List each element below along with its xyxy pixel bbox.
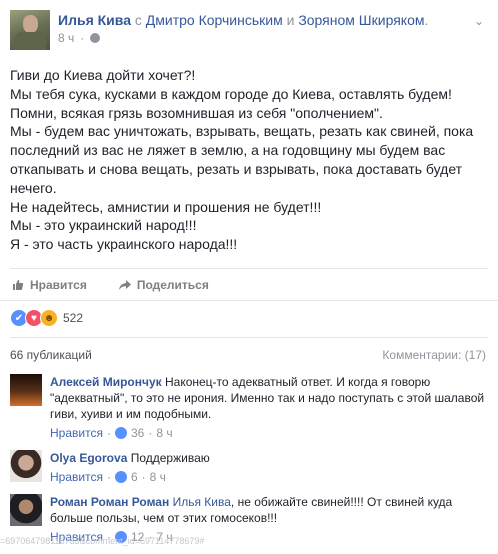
divider — [10, 268, 488, 269]
comment-time[interactable]: 8 ч — [150, 470, 166, 484]
post-line: Не надейтесь, амнистии и прошения не буд… — [10, 198, 322, 215]
comment-text: Поддерживаю — [130, 451, 210, 465]
comment-like-link[interactable]: Нравится — [50, 426, 103, 440]
post-line: Мы - будем вас уничтожать, взрывать, вещ… — [10, 123, 474, 140]
comment-like-link[interactable]: Нравится — [50, 470, 103, 484]
post-line: Помни, всякая грязь возомнившая из себя … — [10, 104, 383, 121]
tagged-person-1[interactable]: Дмитро Корчинським — [146, 12, 283, 28]
haha-reaction-icon: ☻ — [40, 309, 58, 327]
post-line: Я - это часть украинского народа!!! — [10, 236, 238, 253]
post-line: нечего. — [10, 179, 57, 196]
post-card: Илья Кива с Дмитро Корчинським и Зоряном… — [0, 0, 498, 547]
publications-link[interactable]: 66 публикаций — [10, 348, 92, 362]
page-url-fragment: =697064798116733&comment_id=697114778679… — [0, 536, 205, 546]
post-line: последний из вас не ляжет в землю, а на … — [10, 142, 446, 159]
commenter-name[interactable]: Роман Роман Роман — [50, 495, 169, 509]
comment: Алексей Мирончук Наконец-то адекватный о… — [10, 374, 488, 440]
reaction-count: 522 — [63, 311, 84, 325]
share-button[interactable]: Поделиться — [118, 278, 209, 292]
divider — [10, 337, 488, 338]
like-button[interactable]: Нравится — [12, 278, 87, 292]
comment-mention[interactable]: Илья Кива — [173, 495, 231, 509]
with-word: с — [134, 12, 142, 28]
globe-icon — [90, 33, 101, 43]
like-label: Нравится — [30, 278, 87, 292]
reactions-summary[interactable]: ✔ ♥ ☻ 522 — [10, 309, 83, 327]
author-name[interactable]: Илья Кива — [58, 12, 131, 28]
comments-count[interactable]: Комментарии: (17) — [382, 348, 486, 362]
header-period: . — [424, 12, 429, 28]
comments-list: Алексей Мирончук Наконец-то адекватный о… — [10, 374, 488, 554]
comment: Olya Egorova Поддерживаю Нравится · 6 · … — [10, 450, 488, 484]
share-icon — [118, 280, 131, 290]
post-line: откапывать и снова вещать, резать и взры… — [10, 160, 463, 177]
commenter-name[interactable]: Алексей Мирончук — [50, 375, 162, 389]
comment-like-count[interactable]: 6 — [131, 470, 138, 484]
comment-time[interactable]: 8 ч — [156, 426, 172, 440]
post-actions: Нравится Поделиться — [12, 276, 209, 294]
post-line: Гиви до Киева дойти хочет?! — [10, 67, 196, 83]
post-time[interactable]: 8 ч — [58, 31, 74, 45]
tagged-person-2[interactable]: Зоряном Шкиряком — [298, 12, 424, 28]
thumbs-up-icon — [13, 280, 24, 290]
like-icon — [114, 471, 127, 483]
author-avatar[interactable] — [10, 10, 50, 50]
commenter-avatar[interactable] — [10, 494, 42, 526]
post-line: Мы - это украинский народ!!! — [10, 217, 197, 234]
post-line: Мы тебя сука, кусками в каждом городе до… — [10, 85, 452, 102]
chevron-down-icon[interactable]: ⌄ — [474, 14, 484, 28]
post-header: Илья Кива с Дмитро Корчинським и Зоряном… — [10, 10, 428, 50]
post-text: Гиви до Киева дойти хочет?! Мы тебя сука… — [10, 66, 490, 254]
and-word: и — [286, 12, 295, 28]
commenter-name[interactable]: Olya Egorova — [50, 451, 127, 465]
commenter-avatar[interactable] — [10, 450, 42, 482]
like-icon — [114, 427, 127, 439]
commenter-avatar[interactable] — [10, 374, 42, 406]
share-label: Поделиться — [136, 278, 209, 292]
comment-like-count[interactable]: 36 — [131, 426, 144, 440]
divider — [0, 300, 498, 301]
